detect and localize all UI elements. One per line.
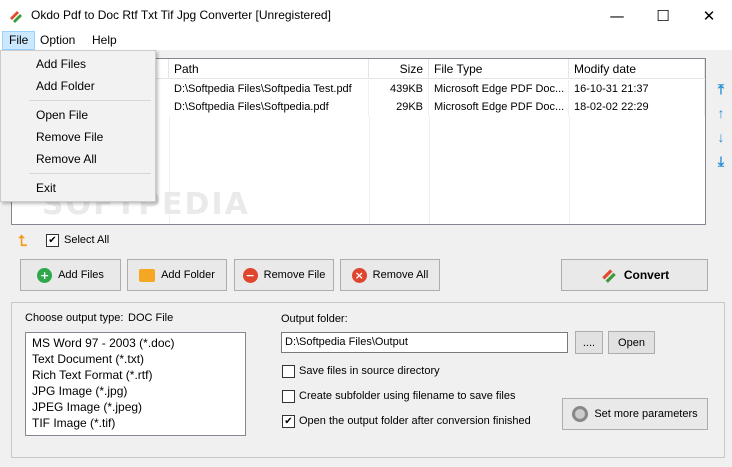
folder-icon — [139, 268, 156, 282]
list-item[interactable]: Text Document (*.txt) — [32, 351, 245, 367]
remove-all-label: Remove All — [372, 269, 429, 281]
output-type-label: Choose output type: — [25, 312, 124, 324]
output-folder-label: Output folder: — [281, 313, 348, 325]
row-file-type: Microsoft Edge PDF Doc... — [429, 80, 569, 98]
open-after-checkbox[interactable]: ✔ — [282, 415, 295, 428]
column-header-modify-date[interactable]: Modify date — [569, 59, 705, 79]
move-down-icon[interactable]: ↓ — [712, 128, 730, 146]
create-subfolder-checkbox[interactable] — [282, 390, 295, 403]
row-path: D:\Softpedia Files\Softpedia.pdf — [169, 98, 369, 116]
row-size: 29KB — [369, 98, 429, 116]
save-in-source-checkbox[interactable] — [282, 365, 295, 378]
column-header-size[interactable]: Size — [369, 59, 429, 79]
menu-item-remove-file[interactable]: Remove File — [36, 127, 103, 147]
list-item[interactable]: JPG Image (*.jpg) — [32, 383, 245, 399]
convert-label: Convert — [623, 268, 670, 282]
remove-all-button[interactable]: × Remove All — [340, 259, 440, 291]
add-folder-label: Add Folder — [161, 269, 215, 281]
menu-bar: File Option Help — [0, 31, 732, 50]
list-item[interactable]: TIF Image (*.tif) — [32, 415, 245, 431]
plus-icon: + — [37, 267, 53, 283]
window-title: Okdo Pdf to Doc Rtf Txt Tif Jpg Converte… — [31, 8, 331, 22]
close-button[interactable]: ✕ — [686, 0, 732, 31]
menu-separator — [29, 100, 151, 101]
menu-item-add-folder[interactable]: Add Folder — [36, 76, 95, 96]
minimize-button[interactable]: — — [594, 0, 640, 31]
convert-icon — [602, 269, 616, 283]
row-path: D:\Softpedia Files\Softpedia Test.pdf — [169, 80, 369, 98]
title-bar: Okdo Pdf to Doc Rtf Txt Tif Jpg Converte… — [0, 0, 732, 31]
menu-help[interactable]: Help — [86, 31, 123, 50]
move-bottom-icon[interactable]: ⤓ — [712, 152, 730, 170]
output-type-value: DOC File — [128, 312, 174, 324]
browse-button[interactable]: .... — [575, 331, 603, 354]
select-all-label: Select All — [64, 234, 110, 246]
row-modify-date: 18-02-02 22:29 — [569, 98, 705, 116]
menu-item-exit[interactable]: Exit — [36, 178, 56, 198]
row-size: 439KB — [369, 80, 429, 98]
output-folder-input[interactable]: D:\Softpedia Files\Output — [281, 332, 568, 353]
column-header-file-type[interactable]: File Type — [429, 59, 569, 79]
open-after-label: Open the output folder after conversion … — [299, 415, 531, 427]
convert-button[interactable]: Convert — [561, 259, 708, 291]
menu-item-add-files[interactable]: Add Files — [36, 54, 86, 74]
menu-item-remove-all[interactable]: Remove All — [36, 149, 97, 169]
remove-file-label: Remove File — [263, 269, 326, 281]
remove-file-button[interactable]: − Remove File — [234, 259, 334, 291]
menu-option[interactable]: Option — [34, 31, 81, 50]
move-up-icon[interactable]: ↑ — [712, 104, 730, 122]
row-modify-date: 16-10-31 21:37 — [569, 80, 705, 98]
list-item[interactable]: JPEG Image (*.jpeg) — [32, 399, 245, 415]
move-top-icon[interactable]: ⤒ — [712, 80, 730, 98]
menu-file[interactable]: File — [2, 31, 36, 50]
select-all-checkbox[interactable]: ✔ — [46, 234, 59, 247]
set-more-parameters-button[interactable]: Set more parameters — [562, 398, 708, 430]
list-item[interactable]: Rich Text Format (*.rtf) — [32, 367, 245, 383]
app-logo-icon — [10, 11, 22, 23]
column-header-path[interactable]: Path — [169, 59, 369, 79]
gear-icon — [572, 406, 589, 422]
open-folder-button[interactable]: Open — [608, 331, 655, 354]
add-files-label: Add Files — [58, 269, 104, 281]
menu-item-open-file[interactable]: Open File — [36, 105, 88, 125]
row-file-type: Microsoft Edge PDF Doc... — [429, 98, 569, 116]
minus-icon: − — [242, 267, 258, 283]
add-files-button[interactable]: + Add Files — [20, 259, 121, 291]
output-type-list[interactable]: MS Word 97 - 2003 (*.doc) Text Document … — [25, 332, 246, 436]
clear-icon: × — [351, 267, 367, 283]
file-menu-dropdown: Add Files Add Folder Open File Remove Fi… — [0, 50, 156, 202]
menu-separator — [29, 173, 151, 174]
save-in-source-label: Save files in source directory — [299, 365, 440, 377]
list-item[interactable]: MS Word 97 - 2003 (*.doc) — [32, 335, 245, 351]
maximize-button[interactable]: ☐ — [640, 0, 686, 31]
add-folder-button[interactable]: Add Folder — [127, 259, 227, 291]
go-up-icon[interactable]: ⮤ — [18, 233, 36, 250]
create-subfolder-label: Create subfolder using filename to save … — [299, 390, 516, 402]
set-more-parameters-label: Set more parameters — [594, 408, 698, 420]
